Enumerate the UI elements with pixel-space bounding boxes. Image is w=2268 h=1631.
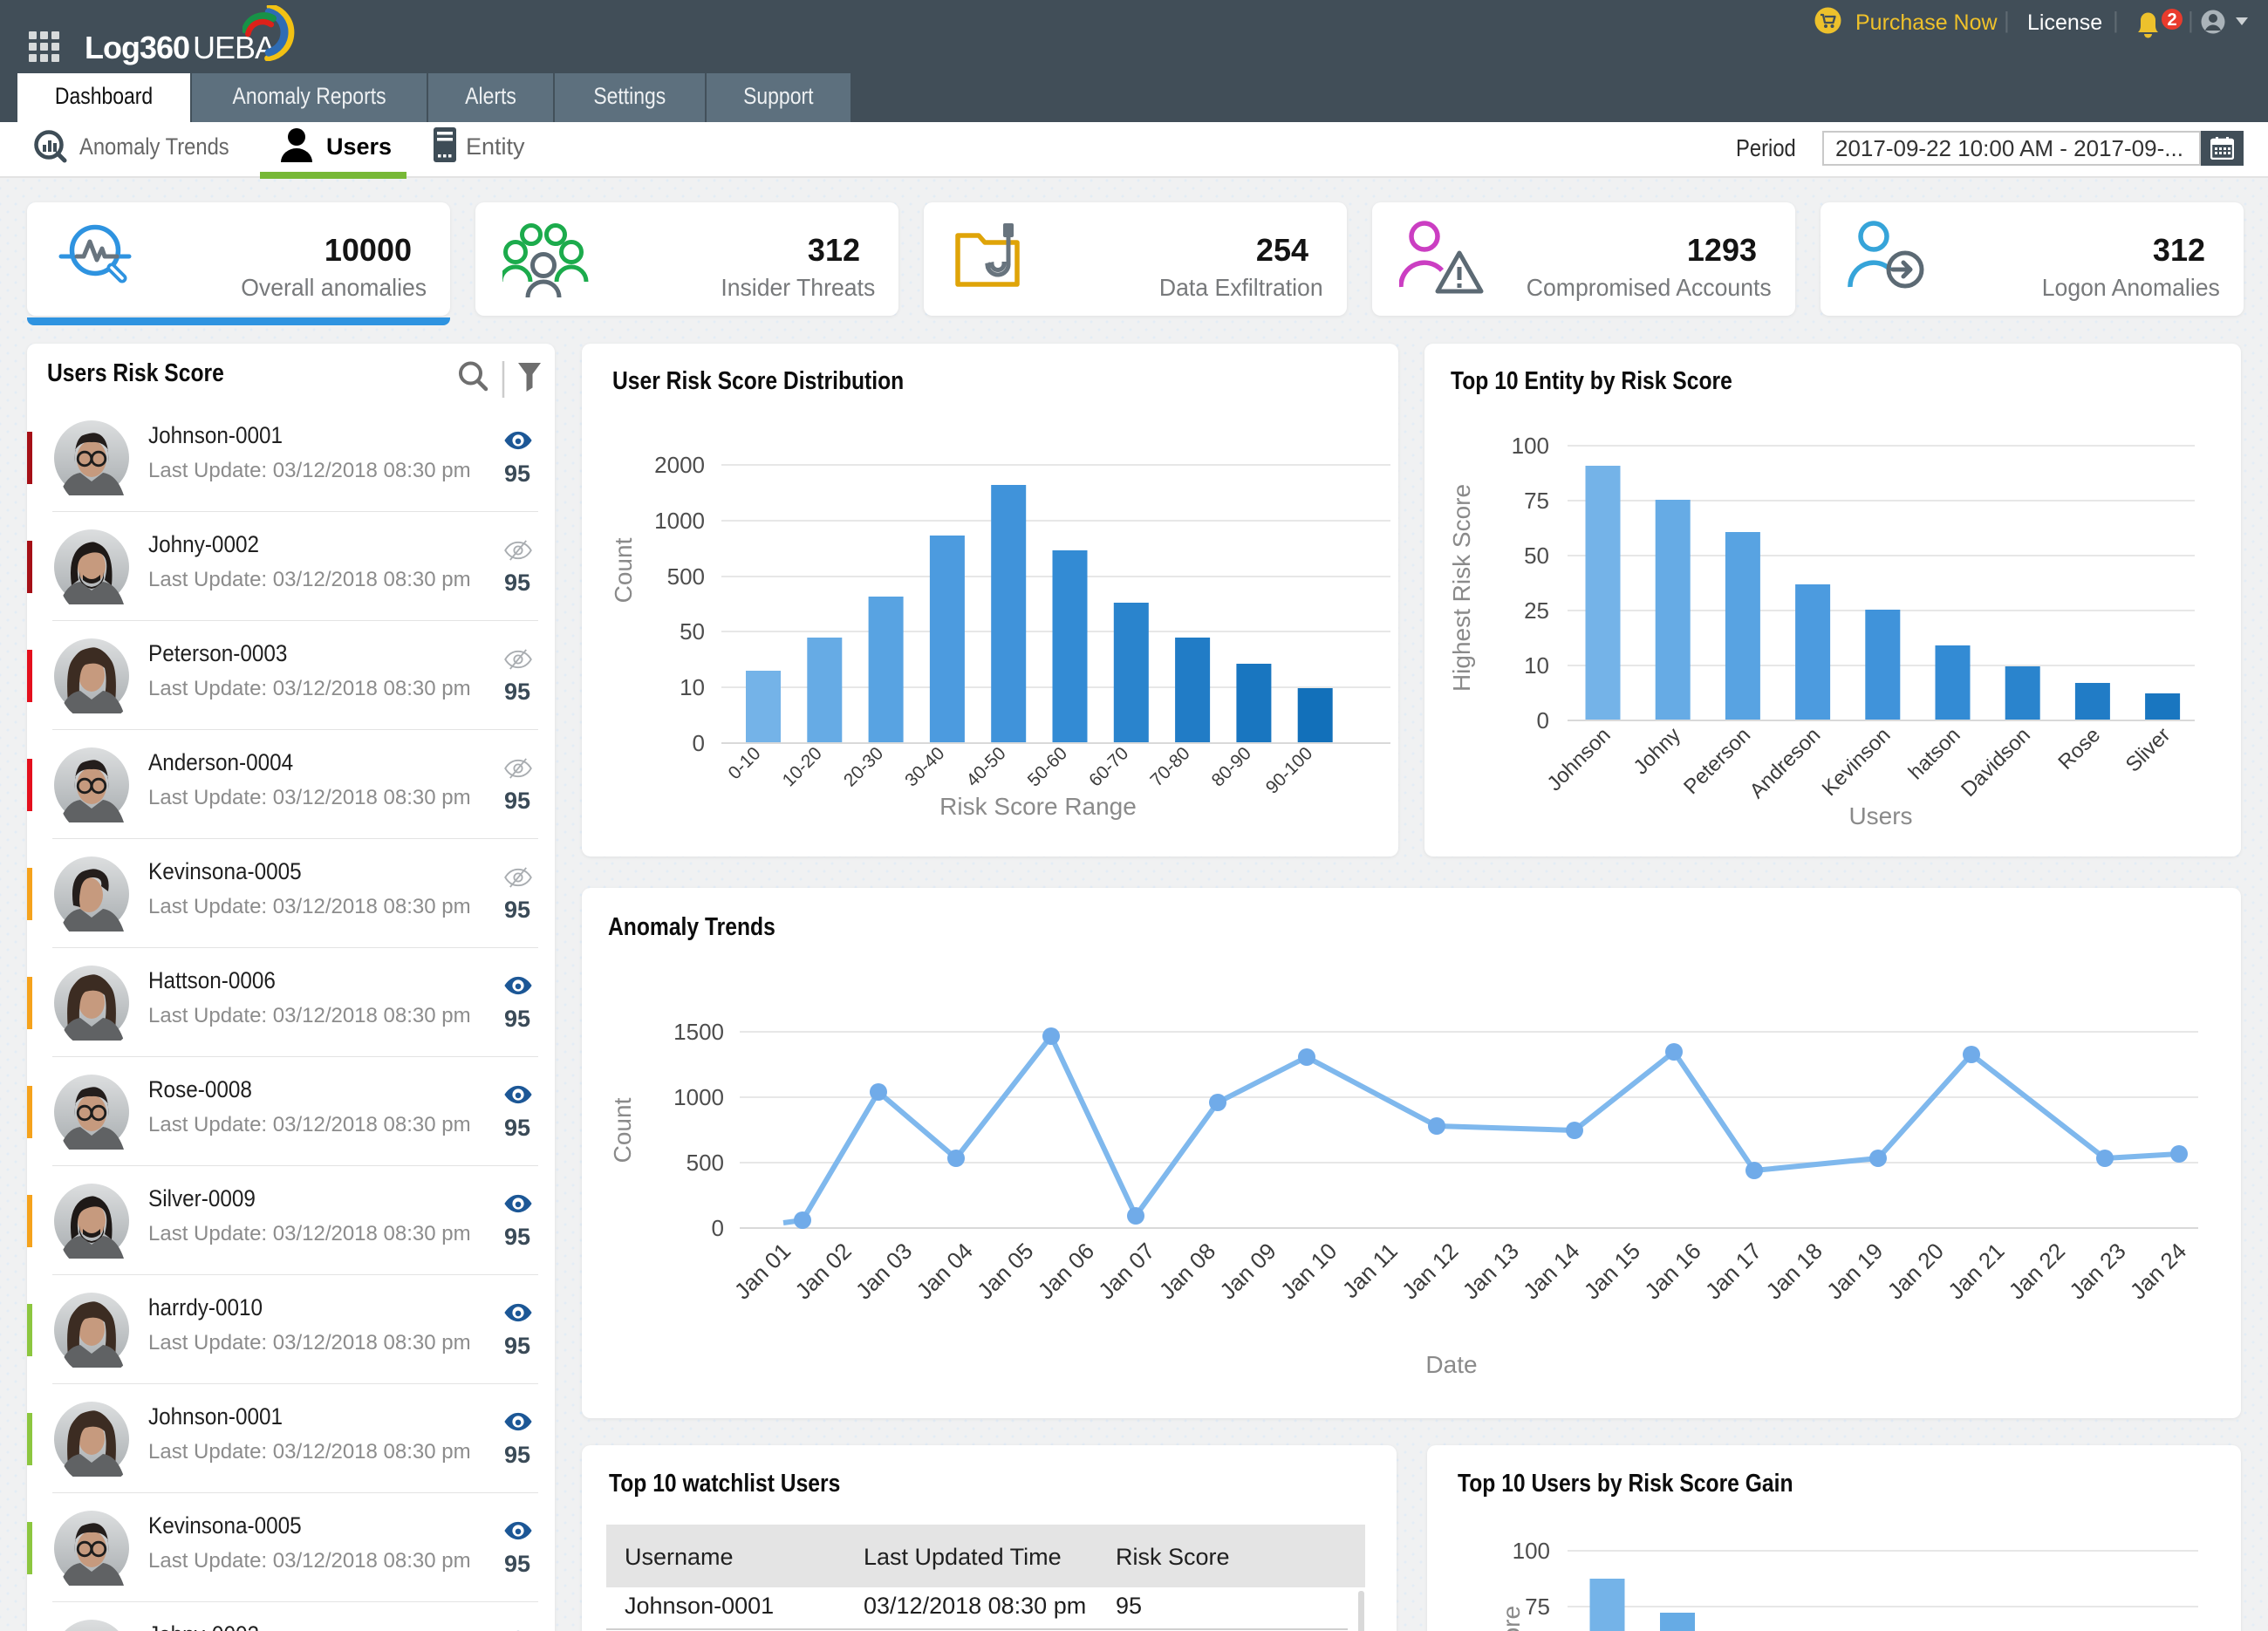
svg-text:Jan 02: Jan 02 (789, 1238, 856, 1304)
svg-text:Jan 07: Jan 07 (1093, 1238, 1159, 1304)
svg-text:2000: 2000 (654, 452, 705, 478)
svg-text:25: 25 (1524, 597, 1549, 624)
svg-text:Date: Date (1425, 1351, 1477, 1378)
svg-text:Jan 19: Jan 19 (1821, 1238, 1888, 1304)
svg-text:Jan 24: Jan 24 (2125, 1238, 2191, 1304)
svg-text:0: 0 (1537, 707, 1549, 734)
svg-text:Rose: Rose (2053, 723, 2105, 775)
svg-text:Davidson: Davidson (1957, 723, 2035, 802)
svg-text:Peterson: Peterson (1679, 723, 1755, 799)
svg-text:Jan 01: Jan 01 (729, 1238, 796, 1304)
svg-text:Kevinson: Kevinson (1818, 723, 1896, 801)
svg-text:Jan 13: Jan 13 (1458, 1238, 1524, 1304)
svg-text:90-100: 90-100 (1262, 743, 1317, 798)
svg-text:Jan 09: Jan 09 (1214, 1238, 1281, 1304)
svg-text:Count: Count (609, 1097, 636, 1163)
svg-text:0: 0 (693, 730, 705, 756)
svg-text:10: 10 (1524, 652, 1549, 679)
svg-text:1500: 1500 (673, 1019, 724, 1045)
svg-text:1000: 1000 (673, 1084, 724, 1110)
svg-text:Users: Users (1848, 802, 1912, 829)
svg-text:1000: 1000 (654, 508, 705, 534)
svg-text:50: 50 (680, 618, 705, 645)
svg-text:Jan 12: Jan 12 (1397, 1238, 1463, 1304)
svg-text:Jan 05: Jan 05 (972, 1238, 1038, 1304)
svg-text:Risk Score Range: Risk Score Range (939, 793, 1137, 820)
svg-text:Jan 04: Jan 04 (912, 1238, 978, 1304)
svg-text:10-20: 10-20 (779, 743, 826, 790)
svg-text:75: 75 (1524, 488, 1549, 514)
svg-text:Jan 22: Jan 22 (2004, 1238, 2070, 1304)
svg-text:50-60: 50-60 (1024, 743, 1071, 790)
svg-text:Jan 18: Jan 18 (1760, 1238, 1827, 1304)
svg-text:Jan 23: Jan 23 (2064, 1238, 2130, 1304)
svg-text:0: 0 (712, 1215, 724, 1241)
svg-text:40-50: 40-50 (962, 743, 1009, 790)
svg-text:500: 500 (667, 563, 705, 590)
svg-text:2: 2 (2167, 10, 2176, 30)
svg-text:Jan 06: Jan 06 (1033, 1238, 1099, 1304)
svg-text:hatson: hatson (1904, 723, 1965, 784)
svg-text:Jan 15: Jan 15 (1579, 1238, 1645, 1304)
svg-text:10: 10 (680, 674, 705, 700)
svg-text:Jan 17: Jan 17 (1700, 1238, 1766, 1304)
svg-text:Jan 14: Jan 14 (1518, 1238, 1584, 1304)
svg-text:100: 100 (1512, 433, 1549, 459)
svg-text:Jan 11: Jan 11 (1337, 1238, 1403, 1303)
svg-text:Highest Risk Score: Highest Risk Score (1448, 484, 1475, 692)
svg-text:70-80: 70-80 (1146, 743, 1193, 790)
svg-text:Jan 21: Jan 21 (1943, 1238, 2009, 1304)
svg-text:0-10: 0-10 (725, 743, 765, 783)
svg-text:Johnson: Johnson (1542, 723, 1615, 795)
svg-text:80-90: 80-90 (1208, 743, 1255, 790)
svg-text:Jan 03: Jan 03 (850, 1238, 917, 1304)
svg-text:Jan 10: Jan 10 (1275, 1238, 1342, 1304)
svg-text:Jan 08: Jan 08 (1154, 1238, 1220, 1304)
svg-text:500: 500 (687, 1150, 724, 1176)
svg-text:75: 75 (1525, 1593, 1550, 1620)
svg-text:Sliver: Sliver (2121, 723, 2176, 777)
svg-text:50: 50 (1524, 543, 1549, 569)
svg-text:60-70: 60-70 (1085, 743, 1132, 790)
svg-text:Highest Risk Score: Highest Risk Score (1498, 1606, 1525, 1631)
svg-text:100: 100 (1513, 1538, 1550, 1564)
svg-text:20-30: 20-30 (840, 743, 887, 790)
svg-text:Jan 20: Jan 20 (1882, 1238, 1949, 1304)
svg-text:Count: Count (610, 537, 637, 603)
svg-text:Andreson: Andreson (1745, 723, 1826, 803)
svg-text:Jan 16: Jan 16 (1639, 1238, 1705, 1304)
svg-text:Johny: Johny (1629, 723, 1685, 779)
svg-text:30-40: 30-40 (901, 743, 948, 790)
